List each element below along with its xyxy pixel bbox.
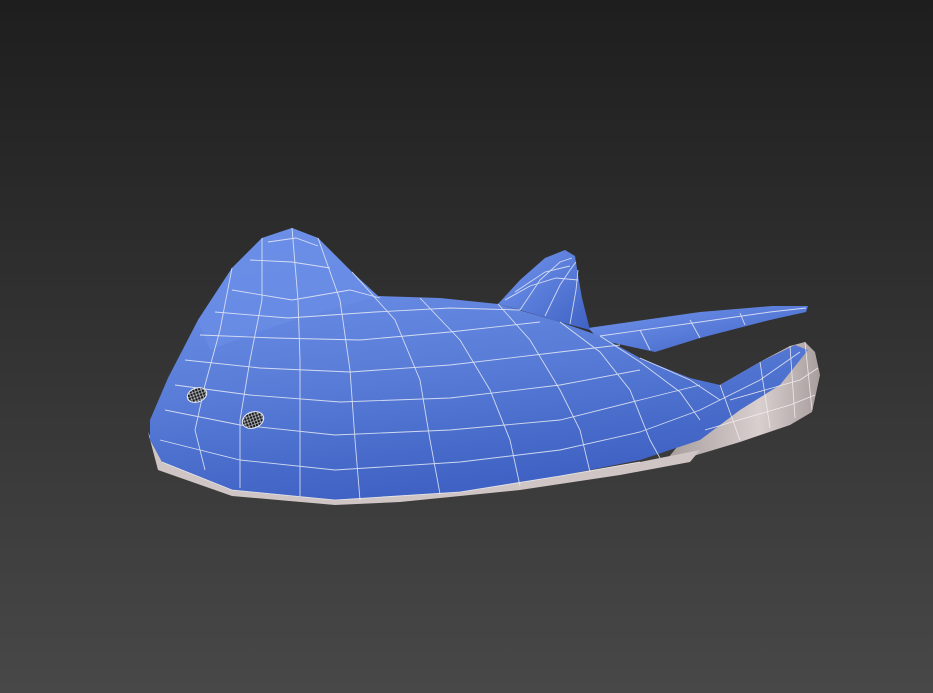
scene-canvas xyxy=(0,0,933,693)
3d-viewport[interactable] xyxy=(0,0,933,693)
